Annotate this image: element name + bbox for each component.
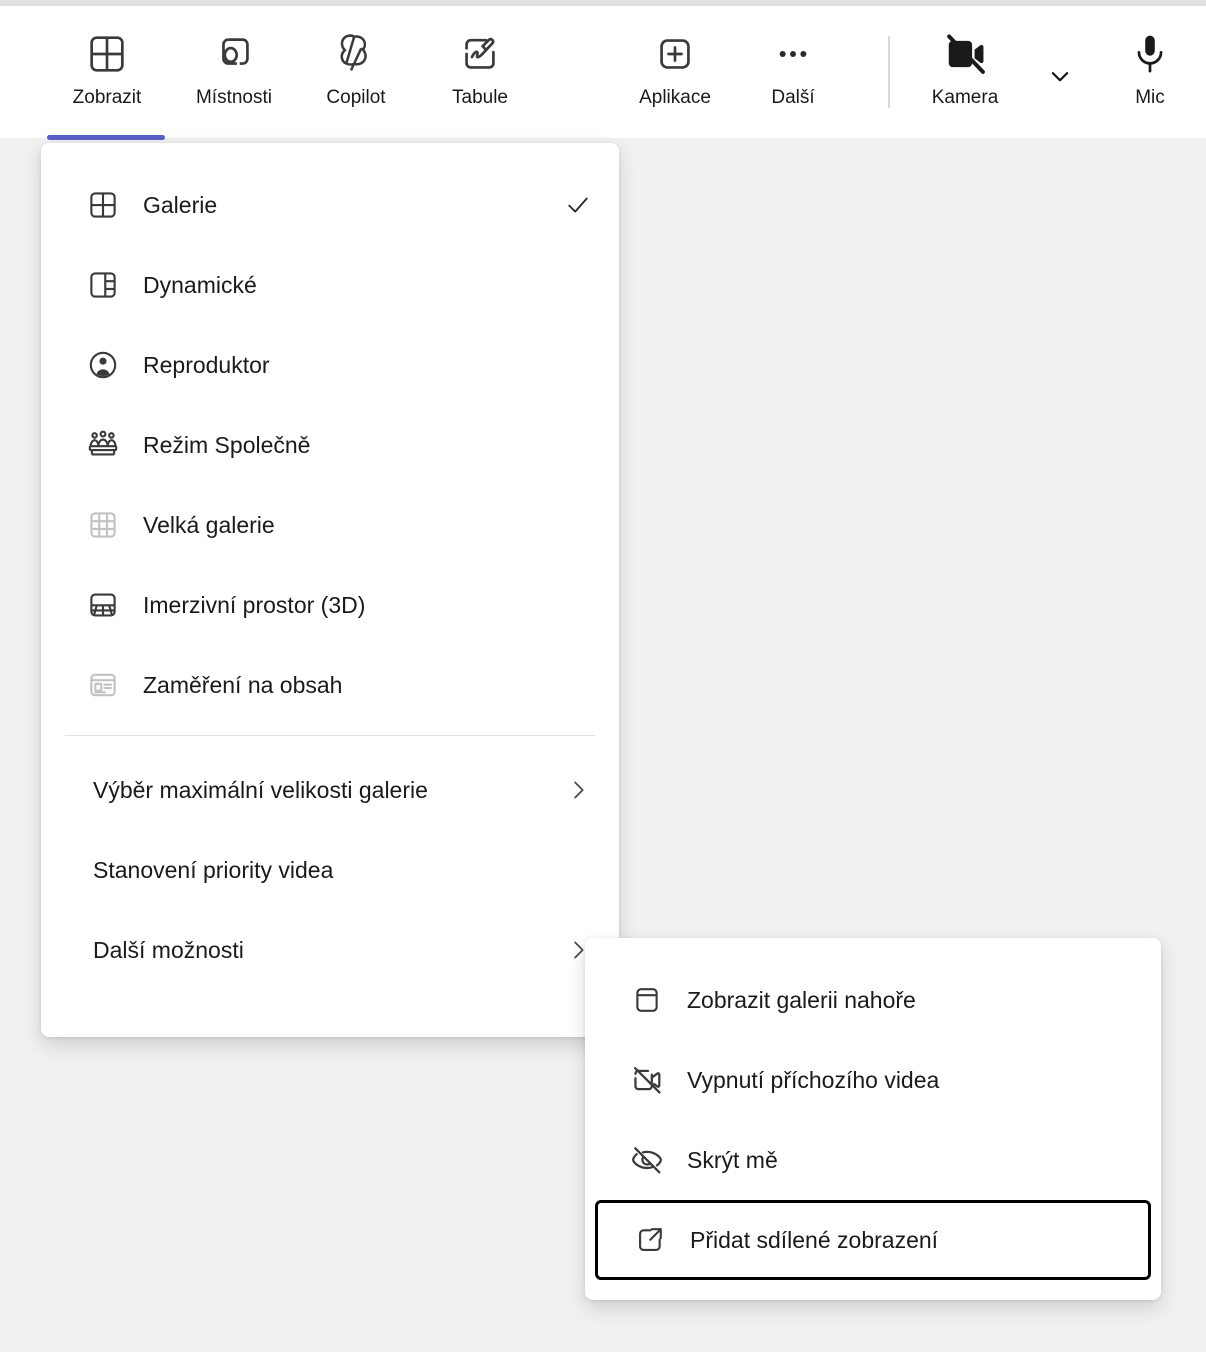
menu-item-label: Zaměření na obsah [143, 672, 343, 698]
menu-item-zamereni-na-obsah[interactable]: Zaměření na obsah [41, 645, 619, 725]
menu-item-dynamicke[interactable]: Dynamické [41, 245, 619, 325]
toolbar-item-kamera[interactable]: Kamera [905, 28, 1025, 110]
toolbar-item-label: Mic [1135, 87, 1165, 108]
whiteboard-icon [457, 28, 503, 80]
toolbar-item-copilot[interactable]: Copilot [296, 28, 416, 110]
together-mode-icon [83, 425, 123, 465]
menu-item-dalsi-moznosti[interactable]: Další možnosti [41, 910, 619, 990]
toolbar-item-label: Kamera [931, 87, 999, 108]
toolbar-item-dalsi[interactable]: Další [733, 28, 853, 110]
toolbar-item-label: Zobrazit [72, 87, 142, 108]
toolbar-item-mic[interactable]: Mic [1090, 28, 1206, 110]
toolbar-item-zobrazit[interactable]: Zobrazit [47, 28, 167, 110]
camera-off-icon [940, 28, 990, 80]
submenu-item-skryt-me[interactable]: Skrýt mě [585, 1120, 1161, 1200]
menu-item-stanoveni-priority-videa[interactable]: Stanovení priority videa [41, 830, 619, 910]
checkmark-icon [563, 190, 593, 220]
large-gallery-icon [83, 505, 123, 545]
gallery-grid-icon [83, 185, 123, 225]
submenu-item-vypnuti-prichoziho-videa[interactable]: Vypnutí příchozího videa [585, 1040, 1161, 1120]
gallery-grid-icon [84, 28, 130, 80]
active-tab-indicator [47, 135, 165, 140]
menu-item-vyber-maximalni-velikosti-galerie[interactable]: Výběr maximální velikosti galerie [41, 750, 619, 830]
menu-item-label: Imerzivní prostor (3D) [143, 592, 366, 618]
speaker-person-icon [83, 345, 123, 385]
meeting-toolbar: Zobrazit Místnosti Copilot Tabule Aplika… [0, 6, 1206, 140]
more-options-submenu: Zobrazit galerii nahoře Vypnutí příchozí… [585, 938, 1161, 1300]
menu-item-label: Reproduktor [143, 352, 270, 378]
submenu-item-label: Zobrazit galerii nahoře [687, 987, 916, 1013]
toolbar-item-aplikace[interactable]: Aplikace [615, 28, 735, 110]
dynamic-layout-icon [83, 265, 123, 305]
menu-item-label: Stanovení priority videa [93, 857, 334, 883]
content-focus-icon [83, 665, 123, 705]
toolbar-item-label: Tabule [452, 87, 508, 108]
chevron-right-icon [563, 775, 593, 805]
menu-item-label: Velká galerie [143, 512, 275, 538]
more-ellipsis-icon [770, 28, 816, 80]
menu-item-label: Galerie [143, 192, 218, 218]
copilot-icon [332, 28, 380, 80]
toolbar-item-label: Další [771, 87, 815, 108]
toolbar-item-tabule[interactable]: Tabule [420, 28, 540, 110]
chevron-down-icon [1043, 59, 1077, 93]
submenu-item-label: Skrýt mě [687, 1147, 778, 1173]
menu-item-velka-galerie[interactable]: Velká galerie [41, 485, 619, 565]
toolbar-item-label: Copilot [326, 87, 386, 108]
open-external-icon [630, 1220, 670, 1260]
menu-item-label: Dynamické [143, 272, 257, 298]
microphone-icon [1125, 28, 1175, 80]
menu-divider [65, 735, 595, 736]
submenu-item-label: Vypnutí příchozího videa [687, 1067, 940, 1093]
toolbar-item-label: Místnosti [195, 87, 273, 108]
toolbar-item-label: Aplikace [639, 87, 711, 108]
menu-item-imerzivni-prostor-3d[interactable]: Imerzivní prostor (3D) [41, 565, 619, 645]
menu-item-rezim-spolecne[interactable]: Režim Společně [41, 405, 619, 485]
submenu-item-zobrazit-galerii-nahore[interactable]: Zobrazit galerii nahoře [585, 960, 1161, 1040]
view-options-menu: Galerie Dynamické Reproduktor Režim Spol… [41, 143, 619, 1037]
toolbar-divider [888, 36, 890, 108]
camera-dropdown-button[interactable] [1030, 56, 1090, 96]
submenu-item-pridat-sdilene-zobrazeni[interactable]: Přidat sdílené zobrazení [595, 1200, 1151, 1280]
screen-root: Zobrazit Místnosti Copilot Tabule Aplika… [0, 0, 1206, 1352]
submenu-item-label: Přidat sdílené zobrazení [690, 1227, 939, 1253]
immersive-space-icon [83, 585, 123, 625]
menu-item-label: Režim Společně [143, 432, 311, 458]
breakout-rooms-icon [211, 28, 257, 80]
menu-item-galerie[interactable]: Galerie [41, 165, 619, 245]
eye-off-icon [627, 1140, 667, 1180]
video-off-icon [627, 1060, 667, 1100]
toolbar-item-mistnosti[interactable]: Místnosti [174, 28, 294, 110]
menu-item-label: Výběr maximální velikosti galerie [93, 777, 428, 803]
menu-item-reproduktor[interactable]: Reproduktor [41, 325, 619, 405]
plus-box-icon [652, 28, 698, 80]
menu-item-label: Další možnosti [93, 937, 244, 963]
gallery-top-icon [627, 980, 667, 1020]
